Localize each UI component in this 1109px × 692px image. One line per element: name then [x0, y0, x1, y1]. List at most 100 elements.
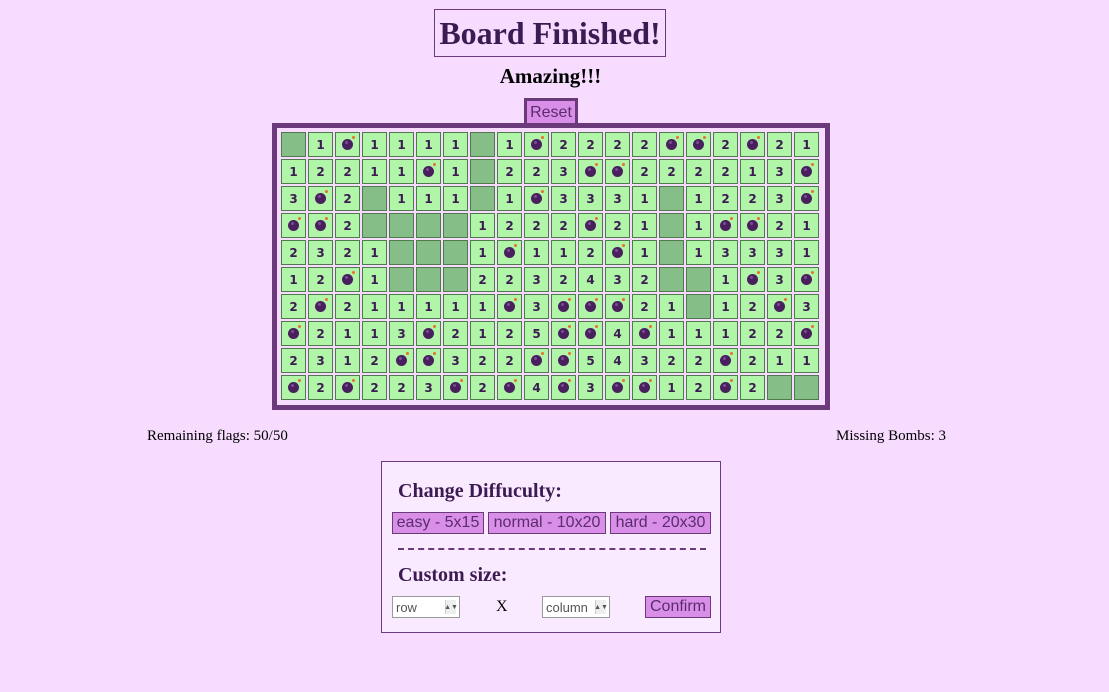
bomb-cell[interactable] [281, 321, 306, 346]
number-cell[interactable]: 1 [416, 294, 441, 319]
number-cell[interactable]: 2 [578, 240, 603, 265]
bomb-cell[interactable] [389, 348, 414, 373]
empty-cell[interactable] [659, 267, 684, 292]
spinner-icon[interactable]: ▲▼ [594, 600, 608, 614]
empty-cell[interactable] [443, 213, 468, 238]
number-cell[interactable]: 2 [551, 132, 576, 157]
bomb-cell[interactable] [335, 267, 360, 292]
number-cell[interactable]: 2 [767, 321, 792, 346]
bomb-cell[interactable] [281, 375, 306, 400]
number-cell[interactable]: 1 [443, 132, 468, 157]
number-cell[interactable]: 2 [767, 132, 792, 157]
bomb-cell[interactable] [335, 132, 360, 157]
empty-cell[interactable] [470, 159, 495, 184]
number-cell[interactable]: 1 [470, 213, 495, 238]
empty-cell[interactable] [362, 213, 387, 238]
bomb-cell[interactable] [740, 213, 765, 238]
bomb-cell[interactable] [794, 159, 819, 184]
number-cell[interactable]: 1 [794, 132, 819, 157]
number-cell[interactable]: 1 [767, 348, 792, 373]
number-cell[interactable]: 3 [794, 294, 819, 319]
number-cell[interactable]: 1 [281, 159, 306, 184]
number-cell[interactable]: 4 [605, 321, 630, 346]
column-input[interactable]: column ▲▼ [542, 596, 610, 618]
bomb-cell[interactable] [524, 186, 549, 211]
number-cell[interactable]: 1 [335, 321, 360, 346]
number-cell[interactable]: 1 [686, 213, 711, 238]
empty-cell[interactable] [389, 213, 414, 238]
bomb-cell[interactable] [416, 348, 441, 373]
number-cell[interactable]: 1 [389, 294, 414, 319]
number-cell[interactable]: 2 [605, 132, 630, 157]
number-cell[interactable]: 4 [578, 267, 603, 292]
number-cell[interactable]: 3 [740, 240, 765, 265]
bomb-cell[interactable] [767, 294, 792, 319]
empty-cell[interactable] [362, 186, 387, 211]
number-cell[interactable]: 1 [362, 132, 387, 157]
bomb-cell[interactable] [605, 159, 630, 184]
number-cell[interactable]: 2 [335, 240, 360, 265]
number-cell[interactable]: 5 [524, 321, 549, 346]
bomb-cell[interactable] [524, 132, 549, 157]
number-cell[interactable]: 3 [551, 186, 576, 211]
number-cell[interactable]: 2 [632, 159, 657, 184]
number-cell[interactable]: 1 [416, 186, 441, 211]
bomb-cell[interactable] [605, 375, 630, 400]
number-cell[interactable]: 1 [713, 267, 738, 292]
number-cell[interactable]: 1 [362, 294, 387, 319]
empty-cell[interactable] [281, 132, 306, 157]
number-cell[interactable]: 1 [470, 321, 495, 346]
number-cell[interactable]: 1 [281, 267, 306, 292]
number-cell[interactable]: 3 [605, 267, 630, 292]
number-cell[interactable]: 2 [335, 213, 360, 238]
spinner-icon[interactable]: ▲▼ [444, 600, 458, 614]
number-cell[interactable]: 2 [335, 294, 360, 319]
number-cell[interactable]: 3 [713, 240, 738, 265]
number-cell[interactable]: 1 [632, 240, 657, 265]
number-cell[interactable]: 3 [524, 267, 549, 292]
number-cell[interactable]: 1 [713, 294, 738, 319]
number-cell[interactable]: 2 [767, 213, 792, 238]
easy-button[interactable]: easy - 5x15 [392, 512, 484, 534]
empty-cell[interactable] [470, 132, 495, 157]
number-cell[interactable]: 2 [470, 375, 495, 400]
bomb-cell[interactable] [551, 375, 576, 400]
empty-cell[interactable] [659, 186, 684, 211]
number-cell[interactable]: 1 [659, 321, 684, 346]
number-cell[interactable]: 1 [632, 186, 657, 211]
bomb-cell[interactable] [281, 213, 306, 238]
bomb-cell[interactable] [632, 375, 657, 400]
bomb-cell[interactable] [416, 159, 441, 184]
number-cell[interactable]: 2 [335, 186, 360, 211]
number-cell[interactable]: 2 [686, 375, 711, 400]
number-cell[interactable]: 1 [362, 321, 387, 346]
number-cell[interactable]: 1 [308, 132, 333, 157]
number-cell[interactable]: 3 [443, 348, 468, 373]
number-cell[interactable]: 1 [335, 348, 360, 373]
number-cell[interactable]: 1 [794, 240, 819, 265]
number-cell[interactable]: 1 [740, 159, 765, 184]
number-cell[interactable]: 4 [605, 348, 630, 373]
number-cell[interactable]: 2 [605, 213, 630, 238]
number-cell[interactable]: 1 [497, 186, 522, 211]
number-cell[interactable]: 2 [632, 294, 657, 319]
empty-cell[interactable] [443, 240, 468, 265]
empty-cell[interactable] [389, 267, 414, 292]
number-cell[interactable]: 4 [524, 375, 549, 400]
number-cell[interactable]: 2 [497, 348, 522, 373]
number-cell[interactable]: 1 [686, 240, 711, 265]
number-cell[interactable]: 2 [281, 240, 306, 265]
number-cell[interactable]: 1 [389, 159, 414, 184]
number-cell[interactable]: 2 [740, 375, 765, 400]
number-cell[interactable]: 1 [713, 321, 738, 346]
empty-cell[interactable] [686, 294, 711, 319]
number-cell[interactable]: 2 [686, 348, 711, 373]
number-cell[interactable]: 5 [578, 348, 603, 373]
number-cell[interactable]: 3 [767, 186, 792, 211]
number-cell[interactable]: 2 [362, 375, 387, 400]
number-cell[interactable]: 1 [470, 294, 495, 319]
number-cell[interactable]: 1 [389, 132, 414, 157]
number-cell[interactable]: 2 [740, 321, 765, 346]
number-cell[interactable]: 2 [659, 348, 684, 373]
bomb-cell[interactable] [335, 375, 360, 400]
